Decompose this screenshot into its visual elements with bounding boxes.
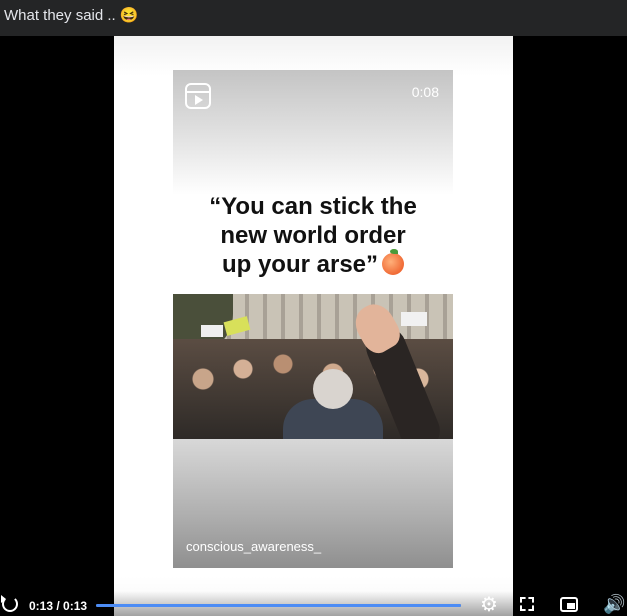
quote-line-1: “You can stick the bbox=[209, 193, 417, 220]
reel-header: 0:08 bbox=[173, 70, 453, 195]
quote-line-3: up your arse” bbox=[173, 249, 453, 279]
picture-in-picture-icon[interactable] bbox=[560, 597, 578, 612]
account-handle: conscious_awareness_ bbox=[186, 539, 322, 554]
progress-bar[interactable] bbox=[96, 604, 461, 607]
video-player[interactable]: 0:08 “You can stick the new world order … bbox=[0, 36, 627, 616]
player-controls: 0:13 / 0:13 ⚙ 🔊 bbox=[0, 591, 627, 616]
video-frame: 0:08 “You can stick the new world order … bbox=[114, 36, 513, 616]
peach-icon bbox=[382, 249, 405, 275]
reel-footer: conscious_awareness_ bbox=[173, 439, 453, 568]
crowd-photo bbox=[173, 294, 453, 439]
fullscreen-icon[interactable] bbox=[520, 597, 534, 611]
quote-line-2: new world order bbox=[220, 222, 406, 249]
reel-timestamp: 0:08 bbox=[411, 84, 439, 100]
time-display: 0:13 / 0:13 bbox=[29, 599, 88, 613]
laughing-emoji: 😆 bbox=[119, 7, 139, 24]
quote-text: “You can stick the new world order up yo… bbox=[173, 192, 453, 279]
post-text: What they said .. bbox=[4, 7, 116, 24]
progress-fill bbox=[96, 604, 461, 607]
post-header: What they said .. 😆 bbox=[0, 0, 627, 36]
replay-icon[interactable] bbox=[1, 595, 18, 612]
reels-icon bbox=[185, 83, 211, 109]
settings-icon[interactable]: ⚙ bbox=[479, 595, 499, 615]
volume-icon[interactable]: 🔊 bbox=[603, 594, 625, 614]
reel-card: 0:08 “You can stick the new world order … bbox=[173, 70, 453, 568]
